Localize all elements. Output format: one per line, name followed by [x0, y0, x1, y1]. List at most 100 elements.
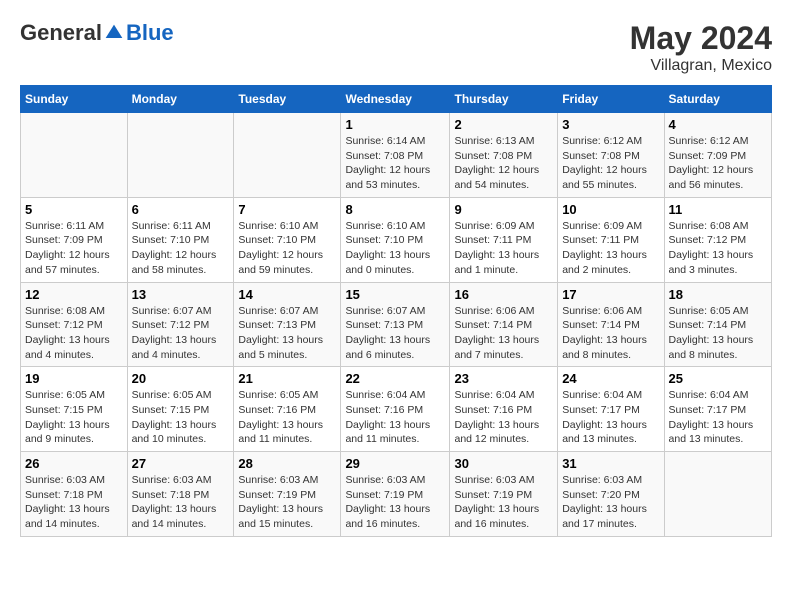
- day-number: 8: [345, 202, 445, 217]
- calendar-cell: [664, 452, 771, 537]
- day-info: Sunrise: 6:10 AM Sunset: 7:10 PM Dayligh…: [238, 219, 336, 278]
- calendar-week-5: 26 Sunrise: 6:03 AM Sunset: 7:18 PM Dayli…: [21, 452, 772, 537]
- logo-general-text: General: [20, 20, 102, 46]
- day-number: 6: [132, 202, 230, 217]
- day-info: Sunrise: 6:06 AM Sunset: 7:14 PM Dayligh…: [454, 304, 553, 363]
- day-info: Sunrise: 6:11 AM Sunset: 7:09 PM Dayligh…: [25, 219, 123, 278]
- location-subtitle: Villagran, Mexico: [630, 57, 772, 75]
- day-info: Sunrise: 6:07 AM Sunset: 7:13 PM Dayligh…: [238, 304, 336, 363]
- day-info: Sunrise: 6:08 AM Sunset: 7:12 PM Dayligh…: [669, 219, 767, 278]
- day-info: Sunrise: 6:12 AM Sunset: 7:08 PM Dayligh…: [562, 134, 659, 193]
- day-number: 30: [454, 456, 553, 471]
- calendar-cell: 3 Sunrise: 6:12 AM Sunset: 7:08 PM Daylig…: [558, 113, 664, 198]
- day-number: 22: [345, 371, 445, 386]
- calendar-cell: 27 Sunrise: 6:03 AM Sunset: 7:18 PM Dayli…: [127, 452, 234, 537]
- calendar-cell: 26 Sunrise: 6:03 AM Sunset: 7:18 PM Dayli…: [21, 452, 128, 537]
- day-number: 31: [562, 456, 659, 471]
- day-info: Sunrise: 6:09 AM Sunset: 7:11 PM Dayligh…: [454, 219, 553, 278]
- calendar-week-3: 12 Sunrise: 6:08 AM Sunset: 7:12 PM Dayli…: [21, 282, 772, 367]
- title-area: May 2024 Villagran, Mexico: [630, 20, 772, 75]
- day-info: Sunrise: 6:03 AM Sunset: 7:19 PM Dayligh…: [454, 473, 553, 532]
- calendar-cell: 12 Sunrise: 6:08 AM Sunset: 7:12 PM Dayli…: [21, 282, 128, 367]
- calendar-cell: 13 Sunrise: 6:07 AM Sunset: 7:12 PM Dayli…: [127, 282, 234, 367]
- day-info: Sunrise: 6:05 AM Sunset: 7:14 PM Dayligh…: [669, 304, 767, 363]
- day-number: 13: [132, 287, 230, 302]
- calendar-week-1: 1 Sunrise: 6:14 AM Sunset: 7:08 PM Daylig…: [21, 113, 772, 198]
- day-number: 4: [669, 117, 767, 132]
- calendar-cell: 28Sunrise: 6:03 AM Sunset: 7:19 PM Dayli…: [234, 452, 341, 537]
- header-thursday: Thursday: [450, 86, 558, 113]
- day-info: Sunrise: 6:14 AM Sunset: 7:08 PM Dayligh…: [345, 134, 445, 193]
- day-info: Sunrise: 6:04 AM Sunset: 7:17 PM Dayligh…: [669, 388, 767, 447]
- calendar-cell: 17Sunrise: 6:06 AM Sunset: 7:14 PM Dayli…: [558, 282, 664, 367]
- calendar-cell: 10 Sunrise: 6:09 AM Sunset: 7:11 PM Dayli…: [558, 197, 664, 282]
- day-info: Sunrise: 6:05 AM Sunset: 7:15 PM Dayligh…: [132, 388, 230, 447]
- day-info: Sunrise: 6:03 AM Sunset: 7:20 PM Dayligh…: [562, 473, 659, 532]
- day-number: 20: [132, 371, 230, 386]
- day-number: 26: [25, 456, 123, 471]
- calendar-week-2: 5 Sunrise: 6:11 AM Sunset: 7:09 PM Daylig…: [21, 197, 772, 282]
- calendar-cell: 21 Sunrise: 6:05 AM Sunset: 7:16 PM Dayli…: [234, 367, 341, 452]
- logo: General Blue: [20, 20, 174, 46]
- day-info: Sunrise: 6:07 AM Sunset: 7:13 PM Dayligh…: [345, 304, 445, 363]
- day-info: Sunrise: 6:03 AM Sunset: 7:19 PM Dayligh…: [238, 473, 336, 532]
- day-number: 7: [238, 202, 336, 217]
- logo-icon: [104, 23, 124, 43]
- header-wednesday: Wednesday: [341, 86, 450, 113]
- day-number: 5: [25, 202, 123, 217]
- calendar-week-4: 19Sunrise: 6:05 AM Sunset: 7:15 PM Dayli…: [21, 367, 772, 452]
- month-year-title: May 2024: [630, 20, 772, 57]
- day-number: 27: [132, 456, 230, 471]
- calendar-cell: 15 Sunrise: 6:07 AM Sunset: 7:13 PM Dayli…: [341, 282, 450, 367]
- calendar-cell: 9Sunrise: 6:09 AM Sunset: 7:11 PM Daylig…: [450, 197, 558, 282]
- calendar-cell: 18Sunrise: 6:05 AM Sunset: 7:14 PM Dayli…: [664, 282, 771, 367]
- day-info: Sunrise: 6:05 AM Sunset: 7:15 PM Dayligh…: [25, 388, 123, 447]
- header-tuesday: Tuesday: [234, 86, 341, 113]
- calendar-cell: [21, 113, 128, 198]
- day-number: 12: [25, 287, 123, 302]
- day-number: 21: [238, 371, 336, 386]
- calendar-cell: 11 Sunrise: 6:08 AM Sunset: 7:12 PM Dayli…: [664, 197, 771, 282]
- calendar-cell: 19Sunrise: 6:05 AM Sunset: 7:15 PM Dayli…: [21, 367, 128, 452]
- day-info: Sunrise: 6:11 AM Sunset: 7:10 PM Dayligh…: [132, 219, 230, 278]
- day-info: Sunrise: 6:13 AM Sunset: 7:08 PM Dayligh…: [454, 134, 553, 193]
- day-number: 11: [669, 202, 767, 217]
- day-number: 14: [238, 287, 336, 302]
- day-info: Sunrise: 6:08 AM Sunset: 7:12 PM Dayligh…: [25, 304, 123, 363]
- calendar-cell: 5 Sunrise: 6:11 AM Sunset: 7:09 PM Daylig…: [21, 197, 128, 282]
- calendar-cell: 4 Sunrise: 6:12 AM Sunset: 7:09 PM Daylig…: [664, 113, 771, 198]
- calendar-cell: 25Sunrise: 6:04 AM Sunset: 7:17 PM Dayli…: [664, 367, 771, 452]
- day-info: Sunrise: 6:03 AM Sunset: 7:18 PM Dayligh…: [132, 473, 230, 532]
- day-number: 15: [345, 287, 445, 302]
- day-info: Sunrise: 6:12 AM Sunset: 7:09 PM Dayligh…: [669, 134, 767, 193]
- day-info: Sunrise: 6:04 AM Sunset: 7:17 PM Dayligh…: [562, 388, 659, 447]
- calendar-cell: [127, 113, 234, 198]
- calendar-cell: 29Sunrise: 6:03 AM Sunset: 7:19 PM Dayli…: [341, 452, 450, 537]
- day-info: Sunrise: 6:03 AM Sunset: 7:18 PM Dayligh…: [25, 473, 123, 532]
- day-number: 29: [345, 456, 445, 471]
- day-info: Sunrise: 6:05 AM Sunset: 7:16 PM Dayligh…: [238, 388, 336, 447]
- calendar-cell: 14 Sunrise: 6:07 AM Sunset: 7:13 PM Dayli…: [234, 282, 341, 367]
- calendar-cell: 30 Sunrise: 6:03 AM Sunset: 7:19 PM Dayli…: [450, 452, 558, 537]
- calendar-cell: 20 Sunrise: 6:05 AM Sunset: 7:15 PM Dayli…: [127, 367, 234, 452]
- calendar-cell: 22Sunrise: 6:04 AM Sunset: 7:16 PM Dayli…: [341, 367, 450, 452]
- day-number: 16: [454, 287, 553, 302]
- header-saturday: Saturday: [664, 86, 771, 113]
- day-info: Sunrise: 6:10 AM Sunset: 7:10 PM Dayligh…: [345, 219, 445, 278]
- day-number: 2: [454, 117, 553, 132]
- day-number: 10: [562, 202, 659, 217]
- calendar-cell: 24 Sunrise: 6:04 AM Sunset: 7:17 PM Dayli…: [558, 367, 664, 452]
- day-number: 23: [454, 371, 553, 386]
- calendar-cell: 31 Sunrise: 6:03 AM Sunset: 7:20 PM Dayli…: [558, 452, 664, 537]
- day-info: Sunrise: 6:09 AM Sunset: 7:11 PM Dayligh…: [562, 219, 659, 278]
- calendar-cell: 6 Sunrise: 6:11 AM Sunset: 7:10 PM Daylig…: [127, 197, 234, 282]
- day-number: 1: [345, 117, 445, 132]
- calendar-header: SundayMondayTuesdayWednesdayThursdayFrid…: [21, 86, 772, 113]
- calendar-table: SundayMondayTuesdayWednesdayThursdayFrid…: [20, 85, 772, 537]
- calendar-cell: 8 Sunrise: 6:10 AM Sunset: 7:10 PM Daylig…: [341, 197, 450, 282]
- day-info: Sunrise: 6:04 AM Sunset: 7:16 PM Dayligh…: [454, 388, 553, 447]
- day-number: 24: [562, 371, 659, 386]
- day-number: 3: [562, 117, 659, 132]
- day-info: Sunrise: 6:07 AM Sunset: 7:12 PM Dayligh…: [132, 304, 230, 363]
- calendar-body: 1 Sunrise: 6:14 AM Sunset: 7:08 PM Daylig…: [21, 113, 772, 537]
